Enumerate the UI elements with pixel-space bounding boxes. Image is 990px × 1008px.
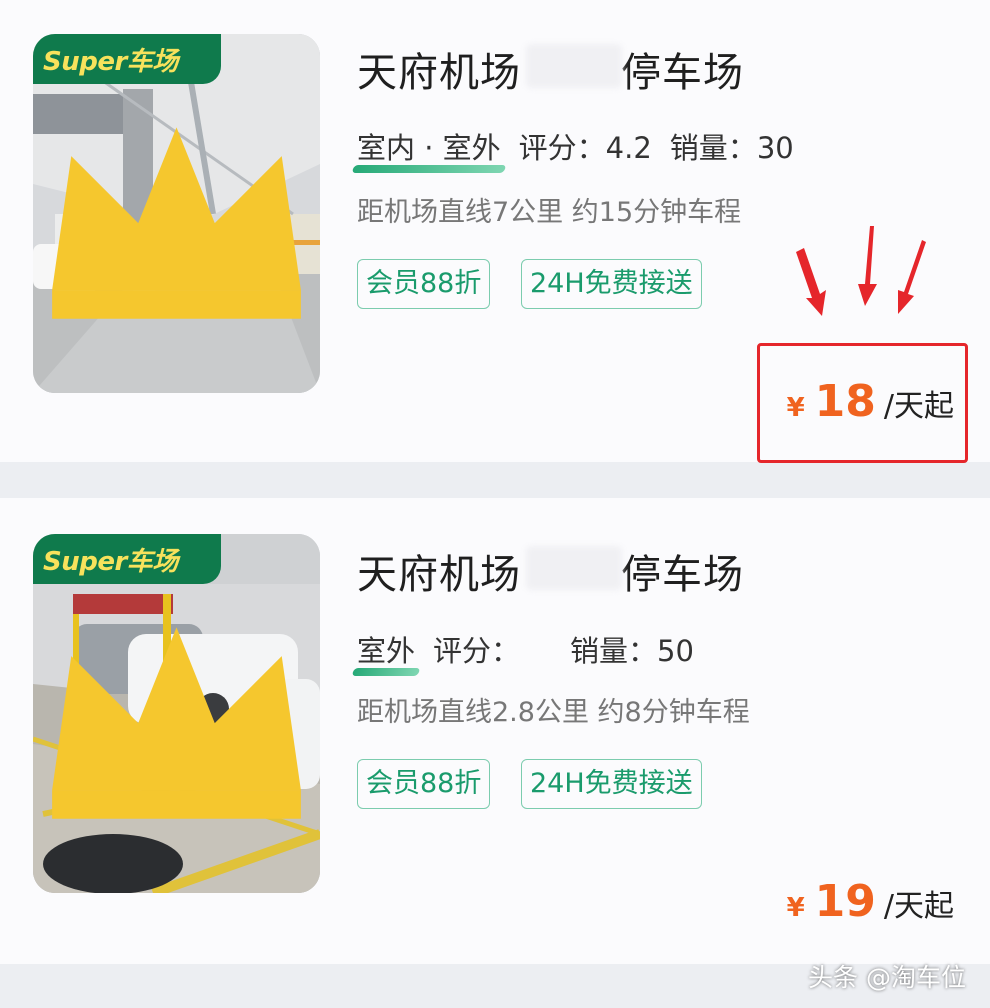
listing-meta: 室内 · 室外 评分：4.2 销量：30 [357, 125, 794, 167]
parking-listing-card[interactable]: Super车场 天府机场 停车场 室外 评分： 销量：50 距机场直线2.8公里 约8… [0, 498, 990, 964]
distance-text: 距机场直线7公里 约15分钟车程 [357, 197, 742, 228]
parking-photo[interactable]: Super车场 [33, 34, 320, 393]
currency-symbol: ¥ [786, 893, 805, 923]
watermark: 头条 @淘车位 [808, 963, 966, 992]
sales-value: 50 [657, 634, 694, 668]
rating-value: 4.2 [605, 131, 652, 165]
crown-icon [52, 627, 301, 819]
rating-label: 评分： [518, 131, 606, 165]
environment-label: 室外 [357, 628, 415, 670]
free-shuttle-tag: 24H免费接送 [521, 259, 702, 309]
super-parking-badge: Super车场 [33, 534, 301, 819]
redacted-text [526, 546, 622, 590]
member-discount-tag: 会员88折 [357, 259, 491, 309]
price-unit: /天起 [883, 889, 954, 924]
red-arrows-icon [796, 226, 926, 316]
price-display: ¥ 19 /天起 [787, 876, 954, 927]
member-discount-tag: 会员88折 [357, 759, 491, 809]
crown-icon [52, 127, 301, 319]
price-highlight-box [757, 343, 968, 463]
super-parking-badge: Super车场 [33, 34, 301, 319]
listing-meta: 室外 评分： 销量：50 [357, 628, 694, 670]
sales-label: 销量： [570, 634, 658, 668]
free-shuttle-tag: 24H免费接送 [521, 759, 702, 809]
parking-photo[interactable]: Super车场 [33, 534, 320, 893]
distance-text: 距机场直线2.8公里 约8分钟车程 [357, 697, 750, 728]
redacted-text [526, 44, 622, 88]
environment-label: 室内 · 室外 [357, 125, 501, 167]
sales-value: 30 [756, 131, 794, 165]
price-amount: 19 [814, 876, 876, 927]
sales-label: 销量： [669, 131, 757, 165]
rating-label: 评分： [433, 634, 521, 668]
parking-listing-card[interactable]: Super车场 天府机场 停车场 室内 · 室外 评分：4.2 销量：30 距机场直线… [0, 0, 990, 463]
